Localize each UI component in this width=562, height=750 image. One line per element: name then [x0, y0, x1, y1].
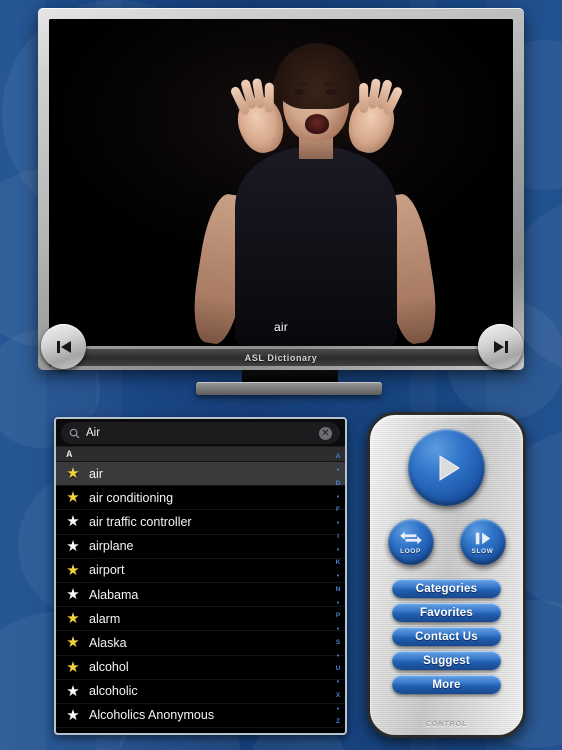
- alphabet-index-strip[interactable]: A • D • F • I • K • N • P • S • U • X • Z: [331, 447, 345, 733]
- video-caption: air: [274, 320, 288, 334]
- word-list[interactable]: ★ air ★ air conditioning ★ air traffic contro…: [56, 462, 345, 729]
- tv-screen: air: [49, 19, 513, 346]
- index-letter[interactable]: •: [337, 467, 339, 474]
- favorite-star-icon[interactable]: ★: [66, 707, 80, 723]
- list-item[interactable]: ★ airplane: [56, 535, 345, 559]
- tv-brand-label: ASL Dictionary: [49, 349, 513, 366]
- favorite-star-icon[interactable]: ★: [66, 587, 80, 602]
- list-item[interactable]: ★ alcoholic: [56, 680, 345, 704]
- list-item[interactable]: ★ air traffic controller: [56, 510, 345, 535]
- slow-button-label: SLOW: [471, 548, 494, 555]
- signer-torso: [235, 147, 397, 346]
- favorite-star-filled-icon[interactable]: ★: [66, 562, 80, 578]
- list-item[interactable]: ★ Alaska: [56, 631, 345, 656]
- list-item-label: Alcoholics Anonymous: [89, 708, 215, 723]
- list-item-label: Alabama: [89, 587, 139, 602]
- remote-menu-favorites-button[interactable]: Favorites: [392, 603, 501, 622]
- index-letter[interactable]: Z: [336, 719, 340, 726]
- signer-hair: [275, 43, 359, 109]
- remote-control: LOOP SLOW Categories Favorites Contact Us S…: [367, 412, 526, 738]
- index-letter[interactable]: A: [336, 454, 341, 461]
- skip-previous-icon: [56, 340, 71, 353]
- list-item-label: Alaska: [89, 635, 127, 650]
- remote-menu-more-button[interactable]: More: [392, 675, 501, 694]
- index-letter[interactable]: F: [336, 507, 340, 514]
- favorite-star-icon[interactable]: ★: [66, 538, 80, 554]
- list-item-label: alarm: [89, 611, 121, 626]
- remote-menu-categories-button[interactable]: Categories: [392, 579, 501, 598]
- index-letter[interactable]: •: [337, 573, 339, 580]
- signer-eye-left: [294, 89, 305, 95]
- list-item-label: airport: [89, 563, 125, 578]
- favorite-star-filled-icon[interactable]: ★: [66, 611, 80, 626]
- index-letter[interactable]: •: [337, 520, 339, 527]
- list-item[interactable]: ★ alarm: [56, 607, 345, 632]
- list-item-label: alcohol: [89, 660, 129, 675]
- index-letter[interactable]: N: [336, 586, 341, 594]
- search-icon: [69, 428, 80, 438]
- video-player[interactable]: air: [49, 19, 513, 346]
- clear-search-button[interactable]: ✕: [319, 426, 332, 440]
- search-bar: ✕: [56, 419, 345, 447]
- signer-brow-left: [292, 82, 307, 86]
- section-header: A: [56, 447, 345, 462]
- remote-menu-contact-us-button[interactable]: Contact Us: [392, 627, 501, 646]
- list-item[interactable]: ★ air: [56, 462, 345, 487]
- favorite-star-filled-icon[interactable]: ★: [66, 466, 80, 481]
- previous-sign-button[interactable]: [41, 324, 86, 369]
- index-letter[interactable]: P: [336, 613, 340, 620]
- index-letter[interactable]: •: [337, 626, 339, 633]
- favorite-star-filled-icon[interactable]: ★: [66, 490, 80, 505]
- list-item[interactable]: ★ alcohol: [56, 656, 345, 680]
- index-letter[interactable]: X: [336, 692, 340, 700]
- search-input[interactable]: [86, 427, 313, 439]
- remote-menu-suggest-button[interactable]: Suggest: [392, 651, 501, 670]
- remote-menu: Categories Favorites Contact Us Suggest More: [392, 579, 501, 694]
- list-item-label: airplane: [89, 539, 134, 554]
- list-item[interactable]: ★ airport: [56, 559, 345, 583]
- signer-eye-right: [326, 89, 337, 95]
- index-letter[interactable]: U: [336, 666, 341, 673]
- signer-mouth: [305, 114, 329, 134]
- index-letter[interactable]: •: [337, 653, 339, 660]
- slow-button[interactable]: SLOW: [459, 519, 506, 565]
- tv-unit: air ASL Dictionary: [38, 8, 524, 370]
- play-button[interactable]: [408, 429, 485, 506]
- word-list-panel: ✕ A ★ air ★ air conditioning ★ air traffic co…: [54, 417, 347, 735]
- index-letter[interactable]: S: [336, 639, 340, 647]
- list-item-label: alcoholic: [89, 684, 138, 699]
- index-letter[interactable]: •: [337, 600, 339, 607]
- favorite-star-filled-icon[interactable]: ★: [66, 635, 80, 650]
- list-item-label: air conditioning: [89, 490, 174, 505]
- list-item-label: air traffic controller: [89, 514, 192, 529]
- index-letter[interactable]: I: [337, 533, 339, 541]
- remote-brand-label: CONTROL: [425, 721, 468, 728]
- skip-next-icon: [493, 340, 508, 353]
- index-letter[interactable]: D: [336, 480, 341, 488]
- favorite-star-icon[interactable]: ★: [66, 514, 80, 529]
- play-icon: [439, 454, 460, 481]
- slow-icon: [475, 532, 490, 545]
- loop-icon: [399, 531, 422, 545]
- index-letter[interactable]: K: [336, 560, 341, 567]
- list-item[interactable]: ★ Alabama: [56, 583, 345, 608]
- favorite-star-filled-icon[interactable]: ★: [66, 659, 80, 675]
- index-letter[interactable]: •: [337, 706, 339, 713]
- list-item[interactable]: ★ air conditioning: [56, 486, 345, 511]
- index-letter[interactable]: •: [337, 494, 339, 501]
- index-letter[interactable]: •: [337, 547, 339, 554]
- search-field[interactable]: ✕: [61, 422, 340, 444]
- favorite-star-icon[interactable]: ★: [66, 683, 80, 699]
- tv-bezel: air ASL Dictionary: [38, 8, 524, 370]
- loop-button-label: LOOP: [400, 548, 421, 555]
- list-item-label: air: [89, 466, 103, 481]
- next-sign-button[interactable]: [478, 324, 523, 369]
- remote-mode-buttons: LOOP SLOW: [387, 519, 506, 565]
- signer-brow-right: [324, 82, 339, 86]
- list-item[interactable]: ★ Alcoholics Anonymous: [56, 704, 345, 729]
- loop-button[interactable]: LOOP: [387, 519, 434, 565]
- tv-stand-base: [196, 382, 382, 395]
- index-letter[interactable]: •: [337, 679, 339, 686]
